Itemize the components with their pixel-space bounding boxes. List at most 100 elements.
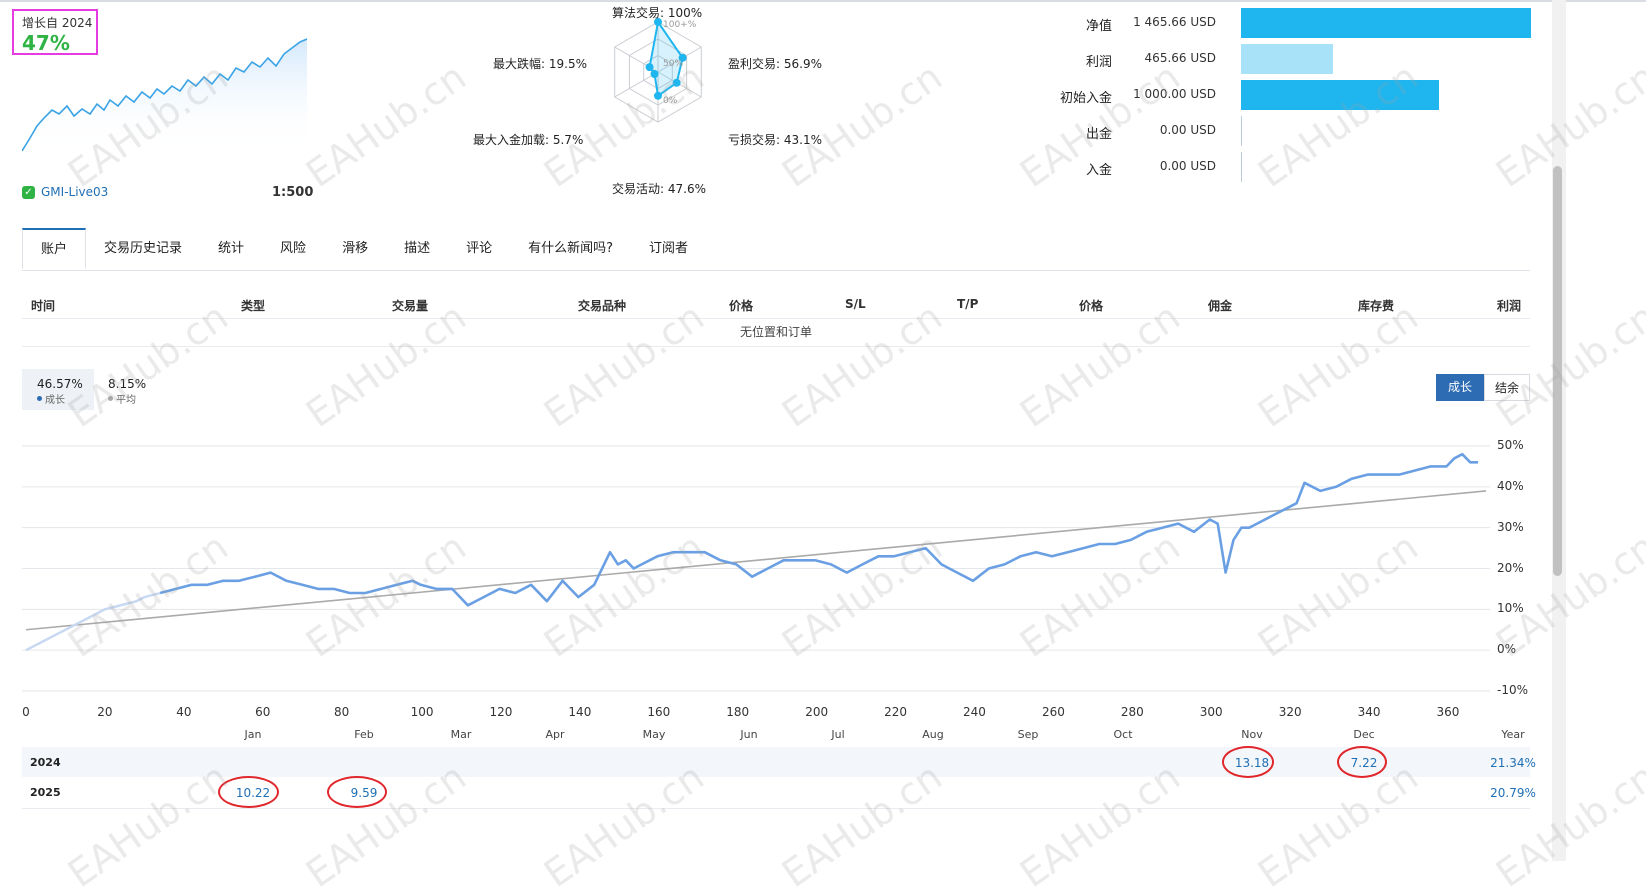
y-tick-label: 10% (1497, 601, 1524, 616)
toggle-balance-button[interactable]: 结余 (1484, 374, 1530, 401)
radar-label-activity: 交易活动: 47.6% (612, 182, 706, 196)
tab-news[interactable]: 有什么新闻吗? (510, 228, 631, 270)
col-profit[interactable]: 利润 (1497, 297, 1521, 314)
radar-label-drawdown: 最大跌幅: 19.5% (493, 57, 587, 71)
year-label: 2025 (30, 786, 61, 799)
avg-stat-value: 8.15% (108, 377, 147, 391)
col-commission[interactable]: 佣金 (1208, 297, 1232, 314)
balance-value: 465.66 USD (1144, 51, 1216, 65)
x-tick-label: 100 (410, 705, 434, 719)
highlight-circle-jan (218, 776, 279, 808)
highlight-circle-nov (1222, 746, 1274, 778)
table-divider (22, 318, 1530, 319)
account-link[interactable]: ✓ GMI-Live03 (22, 185, 108, 199)
radar-point (654, 91, 662, 100)
balance-value: 0.00 USD (1159, 123, 1216, 137)
month-label: Jan (244, 728, 262, 741)
year-row-2024 (22, 747, 1530, 777)
leverage-value: 1:500 (272, 185, 314, 200)
x-tick-label: 240 (963, 705, 986, 719)
y-tick-label: 40% (1497, 478, 1524, 493)
x-tick-label: 80 (334, 705, 350, 719)
highlight-circle-feb (327, 776, 387, 808)
tab-trade-history[interactable]: 交易历史记录 (86, 228, 200, 270)
monthly-value[interactable]: 20.79% (1483, 786, 1543, 800)
avg-stat-label: 平均 (116, 395, 136, 406)
balance-bar-track (1241, 44, 1531, 74)
balance-bar-empty (1241, 116, 1242, 146)
month-label: Feb (354, 728, 374, 741)
x-tick-label: 340 (1357, 705, 1381, 719)
table-divider (22, 346, 1530, 347)
month-label: Mar (450, 728, 472, 741)
col-sl[interactable]: S/L (845, 297, 866, 311)
growth-chart (22, 445, 1490, 692)
radar-point (650, 70, 659, 78)
watermark: EAHub.cn (536, 294, 712, 437)
toggle-growth-button[interactable]: 成长 (1436, 374, 1484, 401)
radar-label-algo: 算法交易: 100% (612, 6, 703, 20)
radar-ring-0: 0% (663, 96, 678, 106)
tab-slippage[interactable]: 滑移 (324, 228, 386, 270)
balance-bar-fill (1241, 44, 1334, 74)
tab-risk[interactable]: 风险 (262, 228, 324, 270)
watermark: EAHub.cn (1250, 294, 1426, 437)
balance-value: 1 465.66 USD (1133, 15, 1216, 29)
radar-ring-100: 100+% (663, 20, 697, 30)
table-divider (22, 808, 1530, 809)
radar-point (645, 63, 654, 72)
col-price-current[interactable]: 价格 (1079, 297, 1103, 314)
avg-stat-legend: 平均 (108, 391, 136, 406)
balance-value: 1 000.00 USD (1133, 87, 1216, 101)
monthly-value[interactable]: 21.34% (1483, 756, 1543, 770)
y-tick-label: 20% (1497, 560, 1524, 575)
tab-statistics[interactable]: 统计 (200, 228, 262, 270)
balance-bar-fill (1241, 8, 1531, 38)
x-tick-label: 220 (884, 705, 907, 719)
col-volume[interactable]: 交易量 (392, 297, 428, 314)
x-tick-label: 160 (647, 705, 671, 719)
watermark: EAHub.cn (774, 294, 950, 437)
y-tick-label: -10% (1497, 683, 1529, 697)
radar-label-deposit-load: 最大入金加载: 5.7% (473, 133, 584, 147)
x-tick-label: 200 (805, 705, 829, 719)
watermark: EAHub.cn (60, 294, 236, 437)
radar-ring-50: 50% (663, 59, 684, 69)
balance-bar-empty (1241, 152, 1242, 182)
col-symbol[interactable]: 交易品种 (578, 297, 626, 314)
x-tick-label: 180 (726, 705, 750, 719)
balance-bar-track (1241, 152, 1531, 182)
month-label: Nov (1241, 728, 1263, 741)
watermark: EAHub.cn (774, 54, 950, 197)
col-swap[interactable]: 库存费 (1358, 297, 1394, 314)
x-tick-label: 60 (255, 705, 271, 719)
x-tick-label: 300 (1199, 705, 1223, 719)
radar-chart (614, 18, 702, 123)
x-tick-label: 0 (22, 705, 30, 719)
month-label: Sep (1017, 728, 1039, 741)
x-tick-label: 120 (489, 705, 513, 719)
balance-bar-track (1241, 116, 1531, 146)
col-tp[interactable]: T/P (957, 297, 978, 311)
col-type[interactable]: 类型 (241, 297, 265, 314)
col-price-open[interactable]: 价格 (729, 297, 753, 314)
col-time[interactable]: 时间 (31, 297, 55, 314)
x-tick-label: 280 (1120, 705, 1144, 719)
month-label: Jun (740, 728, 758, 741)
y-tick-label: 50% (1497, 438, 1524, 452)
tab-description[interactable]: 描述 (386, 228, 448, 270)
tab-account[interactable]: 账户 (22, 228, 87, 269)
scrollbar-thumb[interactable] (1553, 166, 1562, 576)
balance-value: 0.00 USD (1159, 159, 1216, 173)
year-label: 2024 (30, 756, 61, 769)
x-tick-label: 360 (1436, 705, 1460, 719)
growth-stat-legend: 成长 (37, 391, 65, 406)
tab-reviews[interactable]: 评论 (448, 228, 510, 270)
legend-dot-icon (37, 396, 42, 401)
watermark: EAHub.cn (298, 294, 474, 437)
growth-line (159, 452, 1479, 607)
radar-label-loss: 亏损交易: 43.1% (728, 133, 822, 147)
tab-subscribers[interactable]: 订阅者 (631, 228, 706, 270)
x-tick-label: 140 (568, 705, 592, 719)
x-tick-label: 40 (176, 705, 192, 719)
